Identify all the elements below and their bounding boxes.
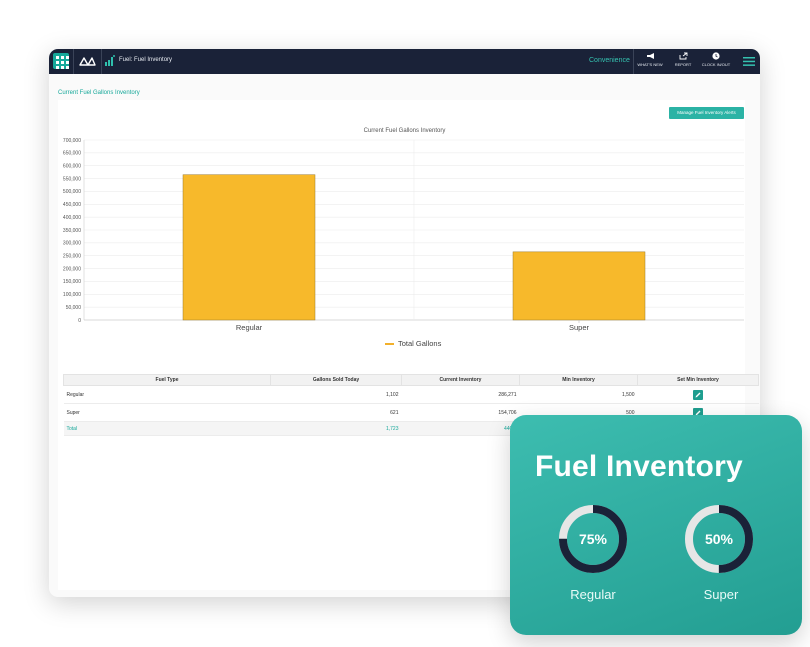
- min-inventory-cell: 1,500: [519, 385, 638, 404]
- regular-gauge: 75%: [559, 505, 627, 573]
- legend-swatch: [385, 343, 394, 346]
- y-tick-label: 700,000: [63, 138, 81, 144]
- card-title: Fuel Inventory: [535, 450, 743, 483]
- column-header[interactable]: Gallons Sold Today: [270, 374, 402, 386]
- hamburger-menu-icon[interactable]: [743, 57, 755, 66]
- y-tick-label: 200,000: [63, 266, 81, 272]
- top-navigation-bar: Fuel: Fuel Inventory Convenience WHAT'S …: [49, 49, 760, 74]
- bar-regular: [182, 174, 316, 321]
- column-header[interactable]: Fuel Type: [63, 374, 271, 386]
- gauge-label: Regular: [570, 587, 616, 602]
- breadcrumb: Fuel: Fuel Inventory: [119, 57, 173, 63]
- gallons-sold-cell: 1,102: [270, 385, 402, 404]
- report-share-icon: [679, 52, 687, 60]
- whats-new-label: WHAT'S NEW: [637, 62, 663, 67]
- page-title: Current Fuel Gallons Inventory: [58, 90, 140, 96]
- gauge-percent: 50%: [705, 531, 734, 547]
- current-inventory-cell: 286,271: [401, 385, 520, 404]
- divider: [73, 49, 74, 74]
- fuel-type-cell: Super: [63, 403, 271, 422]
- total-label-cell: Total: [63, 421, 271, 436]
- y-tick-label: 650,000: [63, 151, 81, 157]
- store-selector[interactable]: Convenience: [589, 57, 630, 64]
- bar-chart: 0 50,000 100,000 150,000 200,000 250,000 300,0…: [63, 138, 744, 332]
- clock-in-out-button[interactable]: CLOCK IN/OUT: [700, 52, 732, 67]
- y-tick-label: 0: [78, 318, 81, 324]
- current-inventory-cell: 154,706: [401, 403, 520, 422]
- y-tick-label: 550,000: [63, 176, 81, 182]
- y-tick-label: 400,000: [63, 215, 81, 221]
- gallons-sold-cell: 621: [270, 403, 402, 422]
- y-tick-label: 350,000: [63, 228, 81, 234]
- x-tick-label: Regular: [236, 323, 263, 332]
- report-button[interactable]: REPORT: [667, 52, 699, 67]
- y-tick-label: 450,000: [63, 202, 81, 208]
- y-tick-label: 50,000: [66, 305, 82, 311]
- x-tick-label: Super: [569, 323, 590, 332]
- table-row: Regular 1,102 286,271 1,500: [63, 385, 759, 404]
- whats-new-button[interactable]: WHAT'S NEW: [634, 52, 666, 67]
- y-tick-label: 300,000: [63, 241, 81, 247]
- chart-legend[interactable]: Total Gallons: [385, 339, 441, 348]
- legend-label: Total Gallons: [398, 339, 442, 348]
- y-tick-label: 250,000: [63, 254, 81, 260]
- total-sold-cell: 1,723: [270, 421, 402, 436]
- pencil-icon: [695, 392, 701, 397]
- fuel-type-cell: Regular: [63, 385, 271, 404]
- manage-alerts-button[interactable]: Manage Fuel Inventory Alerts: [669, 107, 744, 119]
- bar-super: [512, 251, 646, 321]
- y-tick-label: 150,000: [63, 279, 81, 285]
- gauge-label: Super: [703, 587, 739, 602]
- column-header[interactable]: Current Inventory: [401, 374, 520, 386]
- column-header[interactable]: Min Inventory: [519, 374, 638, 386]
- gauge-percent: 75%: [579, 531, 608, 547]
- fuel-inventory-card: Fuel Inventory 75% Regular 50% Super: [510, 415, 802, 635]
- clock-icon: [712, 52, 720, 60]
- y-tick-label: 500,000: [63, 189, 81, 195]
- edit-min-inventory-button[interactable]: [693, 389, 703, 400]
- y-tick-label: 600,000: [63, 164, 81, 170]
- fuel-chart-icon: [105, 55, 115, 66]
- y-tick-label: 100,000: [63, 292, 81, 298]
- clock-in-out-label: CLOCK IN/OUT: [701, 62, 731, 67]
- total-inventory-cell: 440,9: [401, 421, 520, 436]
- report-label: REPORT: [674, 62, 692, 67]
- brand-logo-icon[interactable]: [79, 55, 96, 67]
- app-grid-icon[interactable]: [53, 53, 69, 69]
- set-min-cell: [637, 385, 759, 404]
- column-header: Set Min Inventory: [637, 374, 759, 386]
- divider: [101, 49, 102, 74]
- super-gauge: 50%: [685, 505, 753, 573]
- megaphone-icon: [646, 53, 654, 59]
